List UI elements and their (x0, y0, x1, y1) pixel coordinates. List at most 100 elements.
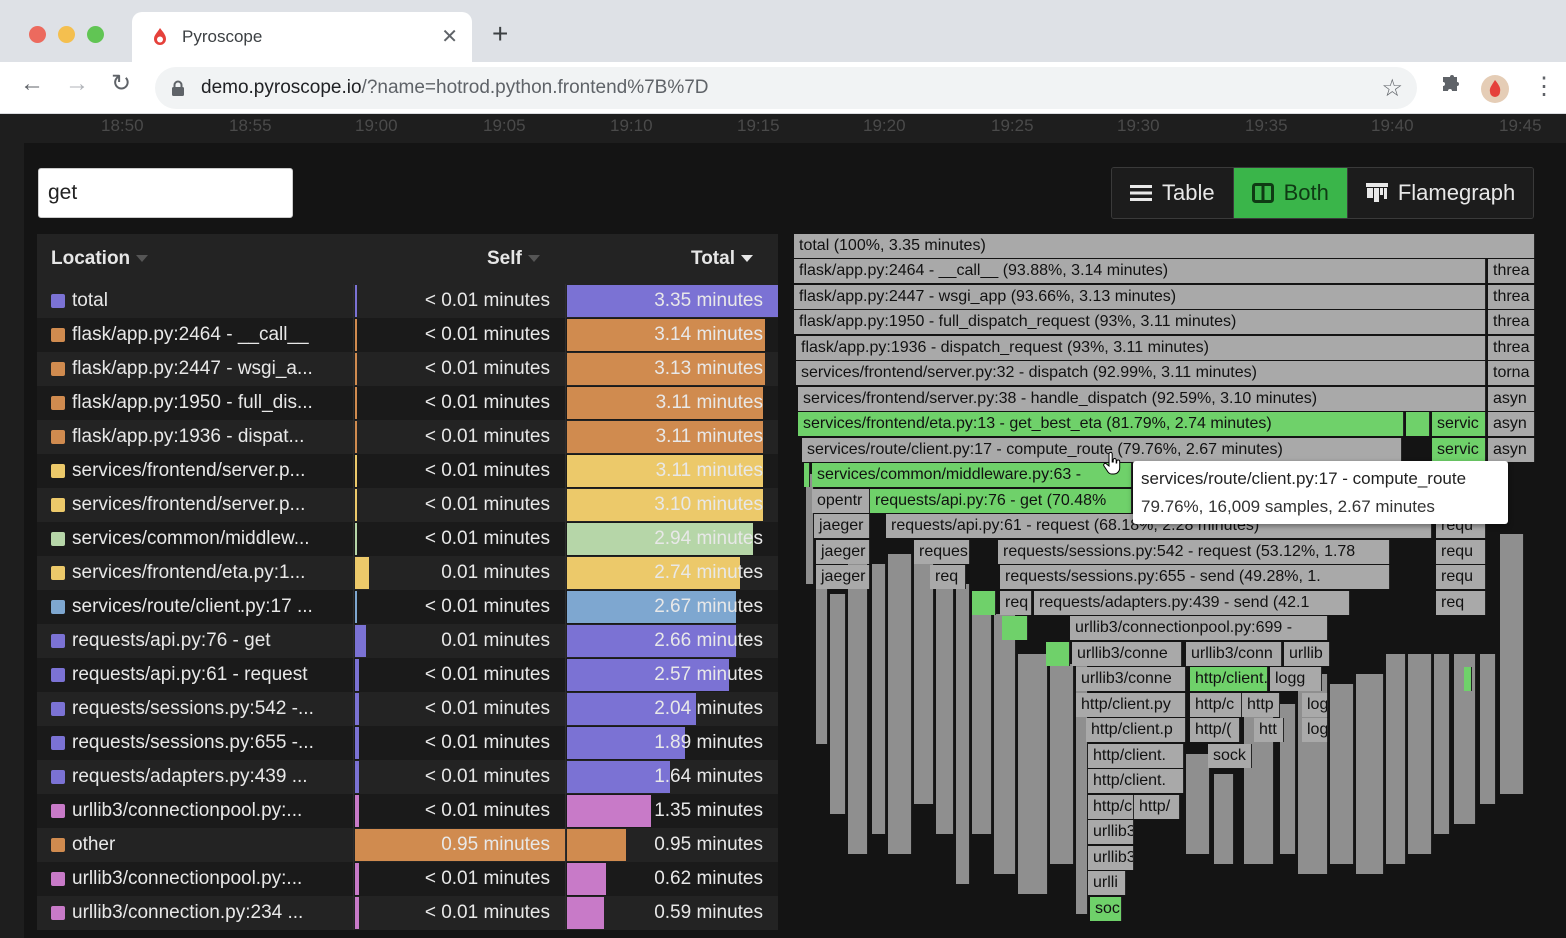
flame-node[interactable]: http/client. (1088, 744, 1184, 768)
flame-node[interactable]: urllib3 (1088, 846, 1134, 870)
flame-stack[interactable] (872, 564, 886, 834)
flame-node[interactable]: http/client. (1088, 769, 1184, 793)
close-window-icon[interactable] (29, 26, 46, 43)
new-tab-icon[interactable]: + (492, 20, 508, 48)
forward-arrow-icon[interactable]: → (65, 72, 89, 96)
flame-node[interactable]: sock (1208, 744, 1252, 768)
table-row[interactable]: total < 0.01 minutes 3.35 minutes (37, 284, 778, 318)
table-row[interactable]: urllib3/connectionpool.py:... < 0.01 minu… (37, 794, 778, 828)
table-row[interactable]: flask/app.py:1950 - full_dis... < 0.01 mi… (37, 386, 778, 420)
flame-stack[interactable] (994, 614, 1016, 874)
both-view-button[interactable]: Both (1232, 168, 1347, 218)
flame-node[interactable]: http/c (1190, 693, 1242, 717)
flame-node[interactable]: opentr (812, 489, 870, 513)
flame-stack[interactable] (936, 574, 954, 834)
flame-node-match[interactable]: services/common/middleware.py:63 - (812, 463, 1132, 487)
flame-node[interactable]: services/frontend/server.py:38 - handle_… (798, 387, 1486, 411)
flame-stack[interactable] (1018, 654, 1048, 894)
flame-node[interactable]: jaeger (816, 540, 870, 564)
flame-node[interactable]: flask/app.py:1950 - full_dispatch_reques… (794, 310, 1486, 334)
table-row[interactable]: urllib3/connection.py:234 ... < 0.01 minu… (37, 896, 778, 930)
flame-node[interactable]: logg (1270, 667, 1322, 691)
location-column-header[interactable]: Location (51, 248, 149, 270)
flame-node[interactable]: threa (1488, 336, 1535, 360)
back-arrow-icon[interactable]: ← (20, 72, 44, 96)
flame-node[interactable]: asyn (1488, 438, 1535, 462)
flame-node[interactable]: http/ (1134, 795, 1180, 819)
flame-node[interactable]: urllib3 (1088, 820, 1134, 844)
flame-node[interactable]: threa (1488, 310, 1535, 334)
flame-node[interactable]: req (930, 565, 966, 589)
flame-node[interactable]: jaeger (816, 565, 870, 589)
flame-node[interactable]: req (1000, 591, 1032, 615)
flame-node[interactable]: flask/app.py:2447 - wsgi_app (93.66%, 3.… (794, 285, 1486, 309)
flame-stack[interactable] (1214, 774, 1234, 864)
flame-node[interactable]: torna (1488, 361, 1535, 385)
flame-stack[interactable] (830, 594, 846, 814)
flame-node-match[interactable] (972, 591, 996, 615)
flame-node[interactable]: req (1436, 591, 1486, 615)
address-bar[interactable]: demo.pyroscope.io/?name=hotrod.python.fr… (155, 67, 1417, 109)
flame-node[interactable]: services/frontend/server.py:32 - dispatc… (796, 361, 1486, 385)
flame-node[interactable]: htt (1254, 718, 1284, 742)
self-column-header[interactable]: Self (487, 248, 540, 270)
table-row[interactable]: requests/sessions.py:542 -... < 0.01 minu… (37, 692, 778, 726)
flame-stack[interactable] (1434, 654, 1450, 834)
flame-stack[interactable] (848, 554, 868, 854)
flame-node-match[interactable] (1464, 667, 1472, 691)
table-row[interactable]: urllib3/connectionpool.py:... < 0.01 minu… (37, 862, 778, 896)
flame-node[interactable]: http/c (1088, 795, 1134, 819)
flame-node-match[interactable] (1406, 412, 1430, 436)
total-column-header[interactable]: Total (691, 248, 753, 270)
flame-node[interactable]: requ (1436, 540, 1486, 564)
table-row[interactable]: services/route/client.py:17 ... < 0.01 mi… (37, 590, 778, 624)
flame-stack[interactable] (1386, 654, 1406, 864)
browser-menu-icon[interactable]: ⋮ (1532, 72, 1556, 101)
flame-node-match[interactable] (1046, 642, 1070, 666)
flame-stack[interactable] (1050, 664, 1074, 864)
table-row[interactable]: services/frontend/eta.py:1... 0.01 minute… (37, 556, 778, 590)
flame-node-hovered[interactable]: services/route/client.py:17 - compute_ro… (802, 438, 1402, 462)
flame-stack[interactable] (956, 584, 970, 884)
flame-node[interactable]: log (1302, 718, 1328, 742)
flame-node-match[interactable]: requests/api.py:76 - get (70.48% (870, 489, 1132, 513)
flame-node[interactable]: jaeger (814, 514, 870, 538)
flame-node[interactable]: http/( (1190, 718, 1240, 742)
table-row[interactable]: requests/sessions.py:655 -... < 0.01 minu… (37, 726, 778, 760)
flame-node[interactable]: log (1302, 693, 1328, 717)
table-row[interactable]: flask/app.py:2447 - wsgi_a... < 0.01 minu… (37, 352, 778, 386)
flame-node[interactable]: urlli (1088, 871, 1126, 895)
timeline-axis[interactable]: 18:50 18:55 19:00 19:05 19:10 19:15 19:2… (0, 115, 1566, 143)
flamegraph-view-button[interactable]: Flamegraph (1346, 168, 1534, 218)
flame-stack[interactable] (914, 564, 934, 804)
reload-icon[interactable]: ↻ (111, 72, 131, 96)
minimize-window-icon[interactable] (58, 26, 75, 43)
flame-node[interactable]: threa (1488, 285, 1535, 309)
extensions-puzzle-icon[interactable] (1438, 74, 1462, 98)
flame-node-match[interactable] (1002, 616, 1028, 640)
flame-node-match[interactable]: services/frontend/eta.py:13 - get_best_e… (798, 412, 1404, 436)
flame-node[interactable]: asyn (1488, 412, 1535, 436)
flame-node[interactable]: flask/app.py:1936 - dispatch_request (93… (796, 336, 1486, 360)
flame-node[interactable]: urllib3/conne (1072, 642, 1182, 666)
flame-node-total[interactable]: total (100%, 3.35 minutes) (794, 234, 1535, 258)
flame-stack[interactable] (1330, 684, 1354, 864)
flame-stack[interactable] (1186, 754, 1210, 854)
browser-tab[interactable]: Pyroscope ✕ (132, 12, 472, 62)
table-row[interactable]: services/common/middlew... < 0.01 minutes… (37, 522, 778, 556)
flame-node-match[interactable]: servic (1432, 412, 1486, 436)
maximize-window-icon[interactable] (87, 26, 104, 43)
flame-node[interactable]: urllib3/connectionpool.py:699 - (1070, 616, 1328, 640)
flame-stack[interactable] (888, 554, 912, 854)
flame-node[interactable]: urllib3/conn (1186, 642, 1282, 666)
table-view-button[interactable]: Table (1112, 168, 1233, 218)
table-row[interactable]: flask/app.py:1936 - dispat... < 0.01 minu… (37, 420, 778, 454)
flame-node[interactable]: http/client.py (1076, 693, 1186, 717)
flame-stack[interactable] (1500, 534, 1524, 794)
bookmark-star-icon[interactable]: ☆ (1381, 74, 1403, 103)
flame-node[interactable]: requests/sessions.py:542 - request (53.1… (998, 540, 1390, 564)
table-row[interactable]: services/frontend/server.p... < 0.01 minu… (37, 488, 778, 522)
flame-node[interactable]: requests/sessions.py:655 - send (49.28%,… (1000, 565, 1390, 589)
flame-stack[interactable] (1356, 674, 1384, 874)
flame-stack[interactable] (1480, 654, 1496, 804)
